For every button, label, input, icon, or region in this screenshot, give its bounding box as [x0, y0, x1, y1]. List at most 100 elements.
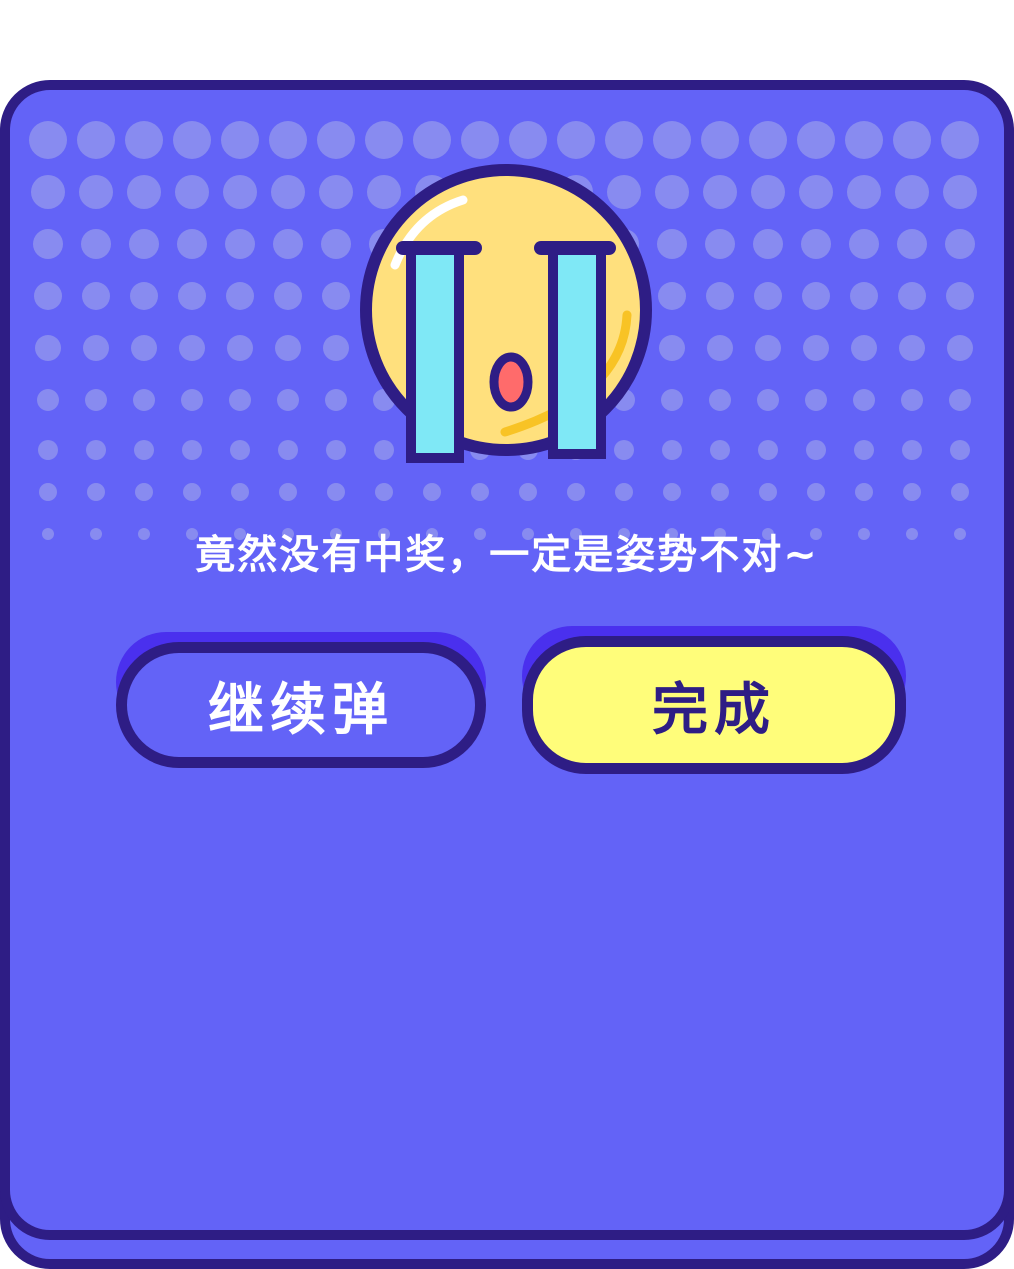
background-dot	[181, 389, 203, 411]
background-dot	[223, 175, 257, 209]
background-dot	[87, 483, 105, 501]
background-dot	[326, 440, 346, 460]
background-dot	[759, 483, 777, 501]
background-dot	[321, 229, 351, 259]
background-dot	[81, 229, 111, 259]
background-dot	[557, 121, 595, 159]
background-dot	[130, 282, 158, 310]
background-dot	[177, 229, 207, 259]
background-dot	[33, 229, 63, 259]
background-dot	[471, 483, 489, 501]
background-dot	[901, 389, 923, 411]
background-dot	[135, 483, 153, 501]
background-dot	[802, 282, 830, 310]
background-dot	[37, 389, 59, 411]
background-dot	[706, 282, 734, 310]
background-dot	[413, 121, 451, 159]
background-dot	[275, 335, 301, 361]
background-dot	[851, 335, 877, 361]
background-dot	[799, 175, 833, 209]
background-dot	[806, 440, 826, 460]
background-dot	[83, 335, 109, 361]
continue-button[interactable]: 继续弹	[116, 642, 486, 768]
background-dot	[519, 483, 537, 501]
background-dot	[230, 440, 250, 460]
background-dot	[947, 335, 973, 361]
no-prize-message: 竟然没有中奖，一定是姿势不对~	[195, 532, 819, 578]
background-dot	[710, 440, 730, 460]
background-dot	[895, 175, 929, 209]
background-dot	[711, 483, 729, 501]
background-dot	[803, 335, 829, 361]
background-dot	[39, 483, 57, 501]
background-dot	[945, 229, 975, 259]
background-dot	[279, 483, 297, 501]
background-dot	[175, 175, 209, 209]
background-dot	[375, 483, 393, 501]
background-dot	[365, 121, 403, 159]
background-dot	[278, 440, 298, 460]
background-dot	[943, 175, 977, 209]
background-dot	[898, 282, 926, 310]
background-dot	[753, 229, 783, 259]
background-dot	[801, 229, 831, 259]
background-dot	[902, 440, 922, 460]
background-dot	[327, 483, 345, 501]
background-dot	[509, 121, 547, 159]
background-dot	[85, 389, 107, 411]
crying-face-icon	[360, 164, 652, 463]
background-dot	[179, 335, 205, 361]
background-dot	[949, 389, 971, 411]
background-dot	[35, 335, 61, 361]
background-dot	[847, 175, 881, 209]
background-dot	[605, 121, 643, 159]
background-dot	[946, 282, 974, 310]
background-dot	[754, 282, 782, 310]
background-dot	[77, 121, 115, 159]
background-dot	[615, 483, 633, 501]
background-dot	[701, 121, 739, 159]
background-dot	[703, 175, 737, 209]
background-dot	[322, 282, 350, 310]
background-dot	[131, 335, 157, 361]
background-dot	[317, 121, 355, 159]
background-dot	[29, 121, 67, 159]
background-dot	[226, 282, 254, 310]
background-dot	[125, 121, 163, 159]
background-dot	[899, 335, 925, 361]
background-dot	[758, 440, 778, 460]
background-dot	[133, 389, 155, 411]
background-dot	[319, 175, 353, 209]
background-dot	[82, 282, 110, 310]
background-dot	[229, 389, 251, 411]
background-dot	[178, 282, 206, 310]
background-dot	[757, 389, 779, 411]
background-dot	[277, 389, 299, 411]
background-dot	[127, 175, 161, 209]
background-dot	[797, 121, 835, 159]
background-dot	[755, 335, 781, 361]
background-dot	[79, 175, 113, 209]
background-dot	[950, 440, 970, 460]
background-dot	[805, 389, 827, 411]
background-dot	[853, 389, 875, 411]
done-button[interactable]: 完成	[522, 636, 906, 774]
background-dot	[903, 483, 921, 501]
background-dot	[567, 483, 585, 501]
background-dot	[221, 121, 259, 159]
background-dot	[86, 440, 106, 460]
background-dot	[751, 175, 785, 209]
background-dot	[951, 483, 969, 501]
background-dot	[38, 440, 58, 460]
background-dot	[897, 229, 927, 259]
background-dot	[854, 440, 874, 460]
background-dot	[325, 389, 347, 411]
background-dot	[749, 121, 787, 159]
background-dot	[807, 483, 825, 501]
background-dot	[173, 121, 211, 159]
background-dot	[183, 483, 201, 501]
background-dot	[31, 175, 65, 209]
background-dot	[941, 121, 979, 159]
background-dot	[227, 335, 253, 361]
background-dot	[271, 175, 305, 209]
